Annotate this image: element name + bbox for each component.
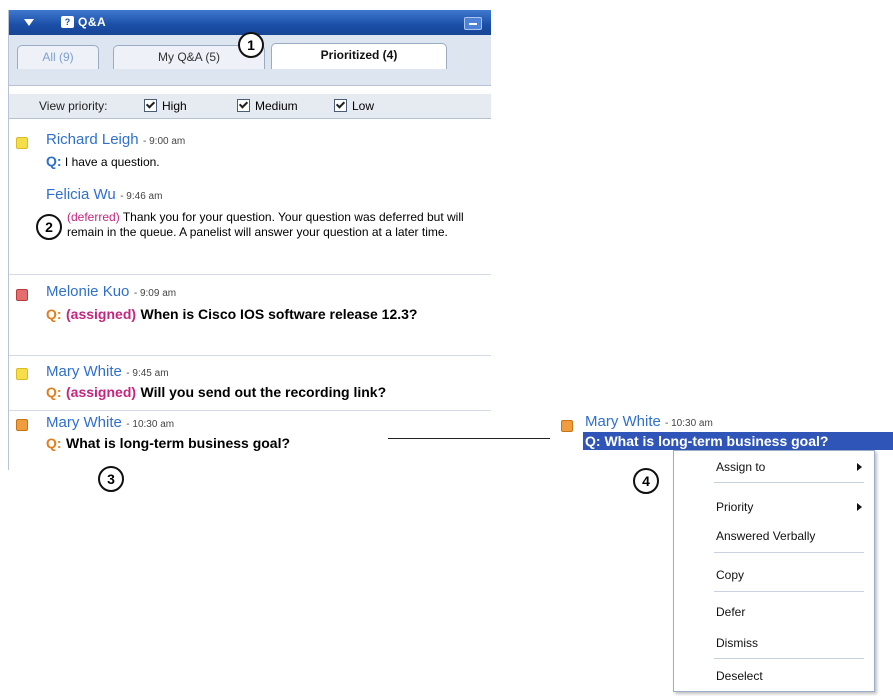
priority-high-checkbox[interactable]: High xyxy=(144,98,187,114)
status-assigned: (assigned) xyxy=(66,384,137,400)
menu-item-dismiss[interactable]: Dismiss xyxy=(674,632,874,654)
question-prefix: Q: xyxy=(46,306,62,322)
priority-low-label: Low xyxy=(352,99,375,113)
priority-high-label: High xyxy=(162,99,187,113)
priority-flag-icon xyxy=(561,420,573,432)
callout-4: 4 xyxy=(633,468,659,494)
callout-2: 2 xyxy=(36,214,62,240)
tab-prioritized[interactable]: Prioritized (4) xyxy=(271,43,447,69)
selected-question-text: Q: What is long-term business goal? xyxy=(583,432,893,450)
list-item[interactable]: Mary White - 9:45 am Q: (assigned) Will … xyxy=(9,356,491,411)
list-item[interactable]: Richard Leigh - 9:00 am Q: I have a ques… xyxy=(9,119,491,275)
sender-name: Mary White xyxy=(585,413,661,430)
question-text: Will you send out the recording link? xyxy=(140,384,387,400)
menu-item-priority[interactable]: Priority xyxy=(674,496,874,518)
timestamp: - 10:30 am xyxy=(665,418,713,429)
menu-item-assign-to[interactable]: Assign to xyxy=(674,456,874,478)
menu-item-copy[interactable]: Copy xyxy=(674,564,874,586)
timestamp: - 9:45 am xyxy=(126,368,169,379)
checkbox-checked-icon xyxy=(334,99,347,113)
menu-item-defer[interactable]: Defer xyxy=(674,601,874,623)
answer-timestamp: - 9:46 am xyxy=(120,191,163,202)
sender-name: Richard Leigh xyxy=(46,131,139,148)
menu-item-label: Defer xyxy=(716,605,746,619)
menu-item-label: Assign to xyxy=(716,460,766,474)
sender-name: Mary White xyxy=(46,414,122,431)
context-menu: Assign to Priority Answered Verbally Cop… xyxy=(673,450,875,692)
question-text: What is long-term business goal? xyxy=(66,435,291,451)
menu-item-label: Deselect xyxy=(716,669,763,683)
list-item[interactable]: Melonie Kuo - 9:09 am Q: (assigned) When… xyxy=(9,275,491,356)
menu-item-label: Answered Verbally xyxy=(716,529,816,543)
priority-flag-icon xyxy=(16,137,28,149)
menu-divider xyxy=(714,591,864,592)
priority-flag-icon xyxy=(16,419,28,431)
tab-all[interactable]: All (9) xyxy=(17,45,99,69)
submenu-arrow-icon xyxy=(857,463,862,471)
priority-medium-label: Medium xyxy=(255,99,298,113)
timestamp: - 9:00 am xyxy=(143,136,186,147)
view-priority-row: View priority: High Medium Low xyxy=(9,94,491,119)
question-list: Richard Leigh - 9:00 am Q: I have a ques… xyxy=(9,119,491,463)
answer-text: Thank you for your question. Your questi… xyxy=(67,210,464,239)
panel-title: Q&A xyxy=(78,15,107,29)
menu-divider xyxy=(714,482,864,483)
menu-item-label: Priority xyxy=(716,500,754,514)
callout-connector-line xyxy=(388,438,550,439)
menu-item-label: Dismiss xyxy=(716,636,758,650)
menu-item-deselect[interactable]: Deselect xyxy=(674,665,874,687)
callout-1: 1 xyxy=(238,32,264,58)
priority-flag-icon xyxy=(16,368,28,380)
checkbox-checked-icon xyxy=(237,99,250,113)
menu-item-label: Copy xyxy=(716,568,745,582)
priority-low-checkbox[interactable]: Low xyxy=(334,98,374,114)
list-item[interactable]: Mary White - 10:30 am Q: What is long-te… xyxy=(9,411,491,463)
question-prefix: Q: xyxy=(46,153,62,169)
callout-3: 3 xyxy=(98,466,124,492)
checkbox-checked-icon xyxy=(144,99,157,113)
answer-name: Felicia Wu xyxy=(46,186,116,203)
sender-name: Mary White xyxy=(46,363,122,380)
priority-flag-icon xyxy=(16,289,28,301)
qa-panel: ? Q&A All (9) My Q&A (5) Prioritized (4)… xyxy=(8,10,491,470)
submenu-arrow-icon xyxy=(857,503,862,511)
status-deferred: (deferred) xyxy=(67,210,120,224)
collapse-arrow-icon[interactable] xyxy=(24,19,34,26)
timestamp: - 10:30 am xyxy=(126,419,175,430)
timestamp: - 9:09 am xyxy=(133,288,177,299)
selected-list-item[interactable]: Mary White - 10:30 am Q: What is long-te… xyxy=(555,412,893,452)
sender-name: Melonie Kuo xyxy=(46,283,130,300)
priority-medium-checkbox[interactable]: Medium xyxy=(237,98,298,114)
question-prefix: Q: xyxy=(46,435,62,451)
menu-item-answered-verbally[interactable]: Answered Verbally xyxy=(674,525,874,547)
question-text: When is Cisco IOS software release 12.3? xyxy=(140,306,418,322)
status-assigned: (assigned) xyxy=(66,306,137,322)
qa-icon: ? xyxy=(61,16,74,28)
minimize-icon[interactable] xyxy=(464,17,482,30)
question-text: I have a question. xyxy=(64,155,160,169)
menu-divider xyxy=(714,552,864,553)
question-prefix: Q: xyxy=(46,384,62,400)
menu-divider xyxy=(714,658,864,659)
view-priority-label: View priority: xyxy=(39,99,108,113)
